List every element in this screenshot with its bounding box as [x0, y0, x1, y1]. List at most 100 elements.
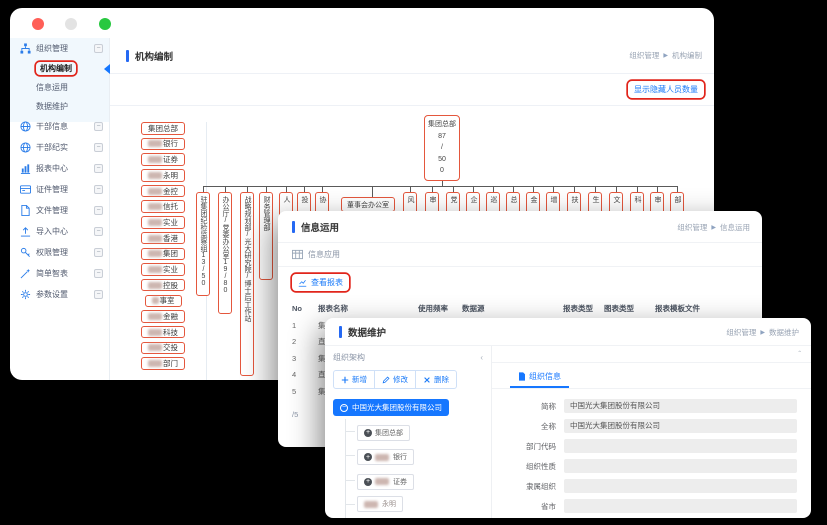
org-list-item[interactable]: 金融 [141, 310, 185, 323]
collapse-box-icon[interactable]: − [94, 248, 103, 257]
expand-node-icon[interactable]: + [364, 478, 372, 486]
field-input[interactable] [564, 439, 797, 453]
collapse-box-icon[interactable]: − [94, 227, 103, 236]
tree-node[interactable]: +银行 [357, 449, 414, 465]
org-list-item[interactable]: 交投 [141, 342, 185, 355]
新增-button[interactable]: 新增 [333, 370, 375, 389]
collapse-box-icon[interactable]: − [94, 44, 103, 53]
org-chart-root-node[interactable]: 集团总部 87 / 50 0 [424, 115, 460, 181]
expand-node-icon[interactable]: + [364, 453, 372, 461]
sidebar-item-组织管理[interactable]: 组织管理− [10, 38, 109, 59]
view-report-button[interactable]: 查看报表 [292, 274, 349, 291]
org-list-item[interactable]: 部门 [141, 357, 185, 370]
minimize-window-icon[interactable] [65, 18, 77, 30]
org-list-item[interactable]: 集团 [141, 248, 185, 261]
info-section-label: 信息应用 [278, 243, 762, 267]
sidebar-item-干部纪实[interactable]: 干部纪实− [10, 137, 109, 158]
tree-button-group: 新增修改删除 [333, 370, 483, 389]
org-list-item[interactable]: 银行 [141, 138, 185, 151]
org-list-item[interactable]: 永明 [141, 169, 185, 182]
collapse-box-icon[interactable]: − [94, 122, 103, 131]
sidebar-subitem-机构编制[interactable]: 机构编制 [10, 59, 109, 78]
org-list-item[interactable]: 控股 [141, 279, 185, 292]
connector-line [442, 181, 443, 186]
org-chart-node[interactable]: 战略规划部/光大研究院/博士后工作站 [240, 192, 254, 376]
org-list-item[interactable]: 证券 [141, 153, 185, 166]
field-input[interactable] [564, 479, 797, 493]
org-list-item[interactable]: 科技 [141, 326, 185, 339]
column-header: 报表名称 [318, 303, 418, 314]
sidebar-item-文件管理[interactable]: 文件管理− [10, 200, 109, 221]
sidebar-item-证件管理[interactable]: 证件管理− [10, 179, 109, 200]
org-chart-node[interactable]: 董事会办公室 [341, 197, 395, 212]
redacted-text [148, 203, 162, 210]
org-list-item[interactable]: 信托 [141, 200, 185, 213]
redacted-text [148, 250, 162, 257]
sidebar-subitem-信息运用[interactable]: 信息运用 [10, 78, 109, 97]
org-list-item[interactable]: 实业 [141, 216, 185, 229]
breadcrumb-item[interactable]: 组织管理 [677, 222, 707, 233]
collapse-node-icon[interactable]: − [340, 404, 348, 412]
sidebar-item-label: 文件管理 [36, 205, 94, 216]
close-window-icon[interactable] [32, 18, 44, 30]
collapse-box-icon[interactable]: − [94, 185, 103, 194]
sidebar-item-label: 参数设置 [36, 289, 94, 300]
tab-org-info[interactable]: 组织信息 [510, 369, 569, 388]
sidebar-item-参数设置[interactable]: 参数设置− [10, 284, 109, 305]
sidebar-subitem-数据维护[interactable]: 数据维护 [10, 97, 109, 116]
collapse-box-icon[interactable]: − [94, 206, 103, 215]
org-chart-node[interactable]: 办公厅/党委办公室19/80 [218, 192, 232, 314]
field-input[interactable] [564, 459, 797, 473]
breadcrumb-item[interactable]: 组织管理 [629, 50, 659, 61]
form-row: 部门代码 [492, 436, 797, 456]
expand-node-icon[interactable]: + [364, 429, 372, 437]
tree-node[interactable]: +证券 [357, 474, 414, 490]
collapse-box-icon[interactable]: − [94, 164, 103, 173]
field-input[interactable] [564, 499, 797, 513]
document-icon [518, 372, 526, 381]
collapse-panel-icon[interactable]: ˆ [798, 350, 801, 359]
sidebar-item-简单智表[interactable]: 简单智表− [10, 263, 109, 284]
org-chart-node[interactable]: 驻集团纪检监察组13/50 [196, 192, 210, 296]
org-list-item[interactable]: 香港 [141, 232, 185, 245]
data-window-header: 数据维护 组织管理 ▶ 数据维护 [325, 318, 811, 346]
upload-icon [20, 226, 31, 237]
删除-button[interactable]: 删除 [415, 370, 457, 389]
connector-line [203, 186, 677, 187]
sidebar-item-导入中心[interactable]: 导入中心− [10, 221, 109, 242]
collapse-box-icon[interactable]: − [94, 143, 103, 152]
tree-item: +证券 [357, 470, 483, 490]
collapse-box-icon[interactable]: − [94, 269, 103, 278]
redacted-text [375, 478, 389, 485]
org-list-item[interactable]: 事室 [145, 295, 182, 308]
plus-icon [341, 376, 349, 384]
sidebar-item-label: 报表中心 [36, 163, 94, 174]
sidebar-item-权限管理[interactable]: 权限管理− [10, 242, 109, 263]
sidebar-item-干部信息[interactable]: 干部信息− [10, 116, 109, 137]
org-list-item[interactable]: 实业 [141, 263, 185, 276]
org-chart-node[interactable]: 财务管理部 [259, 192, 273, 280]
show-hidden-count-button[interactable]: 显示隐藏人员数量 [628, 81, 704, 98]
redacted-text [148, 156, 162, 163]
field-input[interactable]: 中国光大集团股份有限公司 [564, 419, 797, 433]
breadcrumb-item[interactable]: 组织管理 [726, 327, 756, 338]
redacted-text [148, 360, 162, 367]
collapse-box-icon[interactable]: − [94, 290, 103, 299]
tree-node[interactable]: +集团总部 [357, 425, 410, 441]
sidebar-item-报表中心[interactable]: 报表中心− [10, 158, 109, 179]
tree-node[interactable]: 永明 [357, 496, 403, 512]
tab-label: 组织信息 [529, 371, 561, 382]
org-list-item[interactable]: 金控 [141, 185, 185, 198]
button-label: 新增 [352, 374, 367, 385]
collapse-panel-icon[interactable]: ‹ [480, 353, 483, 362]
修改-button[interactable]: 修改 [374, 370, 416, 389]
tree-root-node[interactable]: − 中国光大集团股份有限公司 [333, 399, 449, 416]
info-window-title: 信息运用 [292, 220, 339, 234]
field-input[interactable]: 中国光大集团股份有限公司 [564, 399, 797, 413]
table-cell: 5 [292, 387, 318, 396]
table-cell: 3 [292, 354, 318, 363]
maximize-window-icon[interactable] [99, 18, 111, 30]
table-cell: 4 [292, 370, 318, 379]
org-list-item[interactable]: 集团总部 [141, 122, 185, 135]
redacted-text [148, 219, 162, 226]
